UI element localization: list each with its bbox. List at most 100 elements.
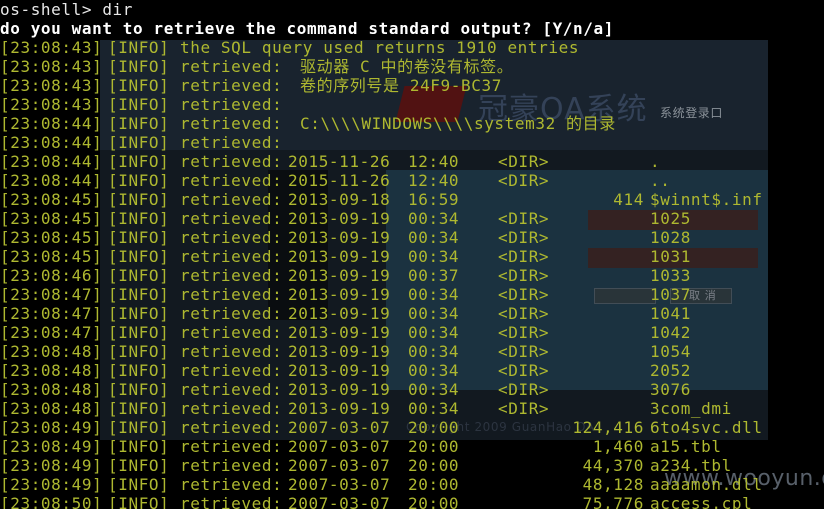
log-level: [INFO] xyxy=(108,228,170,247)
file-name: aaaamon.dll xyxy=(650,475,763,494)
file-time: 00:34 xyxy=(408,399,460,418)
log-timestamp: [23:08:49] xyxy=(0,456,103,475)
file-date: 2013-09-19 xyxy=(288,361,391,380)
retrieved-label: retrieved: xyxy=(180,323,283,342)
log-line: [23:08:47] [INFO] retrieved: 2013-09-19 00:3… xyxy=(0,323,824,342)
retrieved-label: retrieved: xyxy=(180,152,283,171)
file-time: 20:00 xyxy=(408,475,460,494)
log-timestamp: [23:08:45] xyxy=(0,247,103,266)
dir-marker: <DIR> xyxy=(498,247,550,266)
file-name: access.cpl xyxy=(650,494,753,509)
file-time: 00:34 xyxy=(408,380,460,399)
file-name: a15.tbl xyxy=(650,437,722,456)
retrieved-text: 卷的序列号是 24F9-BC37 xyxy=(300,76,502,95)
log-level: [INFO] xyxy=(108,190,170,209)
shell-prompt-line: os-shell> dir xyxy=(0,0,134,19)
dir-marker: <DIR> xyxy=(498,380,550,399)
file-date: 2013-09-18 xyxy=(288,190,391,209)
terminal-window[interactable]: 冠豪OA系统 系统登录口 取 消 Copyright 2009 GuanHao … xyxy=(0,0,824,509)
file-date: 2013-09-19 xyxy=(288,399,391,418)
file-date: 2015-11-26 xyxy=(288,152,391,171)
log-level: [INFO] xyxy=(108,76,170,95)
log-line: [23:08:48] [INFO] retrieved: 2013-09-19 00:3… xyxy=(0,342,824,361)
retrieved-label: retrieved: xyxy=(180,285,283,304)
log-timestamp: [23:08:45] xyxy=(0,190,103,209)
dir-marker: <DIR> xyxy=(498,361,550,380)
file-time: 00:34 xyxy=(408,285,460,304)
file-name: . xyxy=(650,152,661,171)
file-size: 1,460 xyxy=(592,437,644,456)
log-line: [23:08:47] [INFO] retrieved: 2013-09-19 00:3… xyxy=(0,304,824,323)
file-name: $winnt$.inf xyxy=(650,190,763,209)
file-time: 00:34 xyxy=(408,304,460,323)
log-level: [INFO] xyxy=(108,323,170,342)
log-level: [INFO] xyxy=(108,399,170,418)
retrieved-label: retrieved: xyxy=(180,114,283,133)
log-timestamp: [23:08:48] xyxy=(0,342,103,361)
dir-marker: <DIR> xyxy=(498,209,550,228)
log-level: [INFO] xyxy=(108,475,170,494)
file-size: 44,370 xyxy=(582,456,644,475)
dir-marker: <DIR> xyxy=(498,304,550,323)
file-date: 2013-09-19 xyxy=(288,285,391,304)
file-time: 20:00 xyxy=(408,456,460,475)
retrieved-label: retrieved: xyxy=(180,456,283,475)
file-name: 6to4svc.dll xyxy=(650,418,763,437)
file-name: 1037 xyxy=(650,285,691,304)
retrieve-output-question: do you want to retrieve the command stan… xyxy=(0,19,614,38)
file-date: 2007-03-07 xyxy=(288,494,391,509)
file-date: 2013-09-19 xyxy=(288,304,391,323)
retrieved-text: 驱动器 C 中的卷没有标签。 xyxy=(300,57,514,76)
log-timestamp: [23:08:49] xyxy=(0,475,103,494)
file-date: 2007-03-07 xyxy=(288,418,391,437)
log-line: [23:08:43] [INFO] the SQL query used retur… xyxy=(0,38,824,57)
retrieved-label: retrieved: xyxy=(180,209,283,228)
retrieved-label: retrieved: xyxy=(180,475,283,494)
log-line: [23:08:44] [INFO] retrieved: C:\\\\WINDOWS\… xyxy=(0,114,824,133)
dir-marker: <DIR> xyxy=(498,399,550,418)
log-level: [INFO] xyxy=(108,285,170,304)
file-name: .. xyxy=(650,171,671,190)
retrieved-label: retrieved: xyxy=(180,399,283,418)
file-name: 1031 xyxy=(650,247,691,266)
log-line: [23:08:43] [INFO] retrieved: 卷的序列号是 24F9-BC… xyxy=(0,76,824,95)
log-timestamp: [23:08:49] xyxy=(0,437,103,456)
log-line: [23:08:50] [INFO] retrieved: 2007-03-07 20:0… xyxy=(0,494,824,509)
log-line: [23:08:49] [INFO] retrieved: 2007-03-07 20:0… xyxy=(0,475,824,494)
file-time: 00:37 xyxy=(408,266,460,285)
file-time: 00:34 xyxy=(408,323,460,342)
file-time: 00:34 xyxy=(408,247,460,266)
file-name: 1028 xyxy=(650,228,691,247)
file-size: 414 xyxy=(613,190,644,209)
log-timestamp: [23:08:48] xyxy=(0,380,103,399)
dir-marker: <DIR> xyxy=(498,152,550,171)
file-time: 00:34 xyxy=(408,209,460,228)
retrieved-label: retrieved: xyxy=(180,171,283,190)
log-line: [23:08:49] [INFO] retrieved: 2007-03-07 20:0… xyxy=(0,456,824,475)
log-timestamp: [23:08:47] xyxy=(0,285,103,304)
log-level: [INFO] xyxy=(108,342,170,361)
retrieved-label: retrieved: xyxy=(180,247,283,266)
file-date: 2007-03-07 xyxy=(288,437,391,456)
file-time: 12:40 xyxy=(408,152,460,171)
file-name: a234.tbl xyxy=(650,456,732,475)
log-line: [23:08:49] [INFO] retrieved: 2007-03-07 20:0… xyxy=(0,418,824,437)
retrieved-label: retrieved: xyxy=(180,304,283,323)
log-level: [INFO] xyxy=(108,57,170,76)
file-time: 00:34 xyxy=(408,228,460,247)
file-date: 2013-09-19 xyxy=(288,323,391,342)
log-line: [23:08:45] [INFO] retrieved: 2013-09-19 00:3… xyxy=(0,228,824,247)
file-size: 75,776 xyxy=(582,494,644,509)
log-timestamp: [23:08:44] xyxy=(0,171,103,190)
log-timestamp: [23:08:45] xyxy=(0,209,103,228)
file-name: 1025 xyxy=(650,209,691,228)
file-date: 2013-09-19 xyxy=(288,380,391,399)
file-name: 3076 xyxy=(650,380,691,399)
log-level: [INFO] xyxy=(108,171,170,190)
log-line: [23:08:45] [INFO] retrieved: 2013-09-18 16:5… xyxy=(0,190,824,209)
dir-marker: <DIR> xyxy=(498,285,550,304)
file-name: 1033 xyxy=(650,266,691,285)
retrieved-label: retrieved: xyxy=(180,95,283,114)
log-level: [INFO] xyxy=(108,38,170,57)
log-level: [INFO] xyxy=(108,95,170,114)
